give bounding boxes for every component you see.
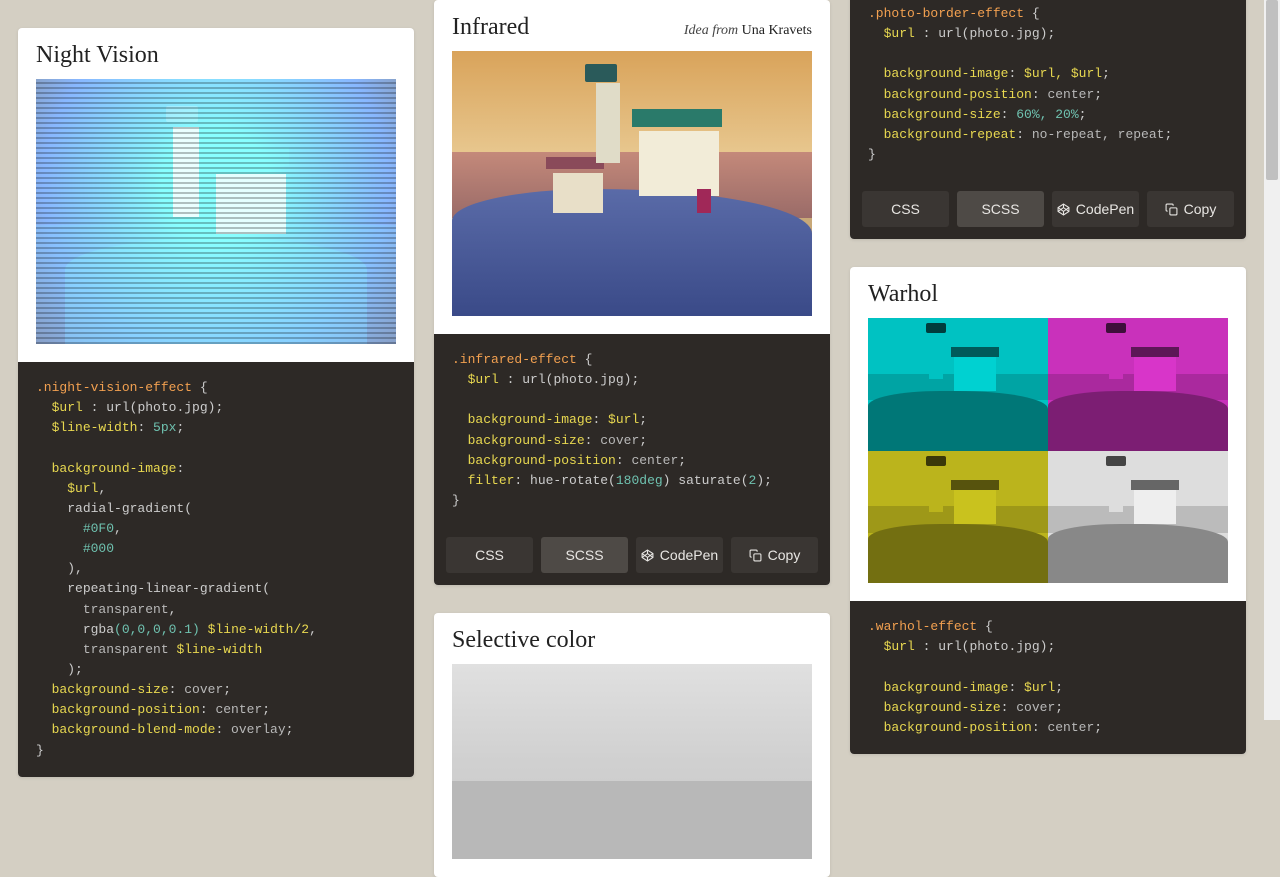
demo-selective-color	[452, 664, 812, 859]
copy-button[interactable]: Copy	[1147, 191, 1234, 227]
code-photo-border: .photo-border-effect { $url : url(photo.…	[850, 0, 1246, 181]
copy-button[interactable]: Copy	[731, 537, 818, 573]
idea-credit: Idea from Una Kravets	[684, 23, 812, 39]
codepen-icon	[1057, 203, 1070, 216]
card-title: Warhol	[868, 281, 938, 308]
demo-warhol	[868, 318, 1228, 583]
scrollbar[interactable]	[1264, 0, 1280, 720]
actions-photo-border: CSS SCSS CodePen Copy	[850, 181, 1246, 239]
actions-infrared: CSS SCSS CodePen Copy	[434, 527, 830, 585]
demo-infrared	[452, 51, 812, 316]
copy-label: Copy	[768, 547, 801, 563]
codepen-label: CodePen	[1076, 201, 1134, 217]
card-title: Night Vision	[36, 42, 159, 69]
card-title: Infrared	[452, 14, 529, 41]
codepen-icon	[641, 549, 654, 562]
codepen-label: CodePen	[660, 547, 718, 563]
copy-icon	[1165, 203, 1178, 216]
copy-icon	[749, 549, 762, 562]
card-selective-color: Selective color	[434, 613, 830, 877]
card-night-vision: Night Vision .night-vision-effect { $url…	[18, 28, 414, 777]
code-night-vision: .night-vision-effect { $url : url(photo.…	[18, 362, 414, 777]
card-warhol: Warhol .warhol-effect { $url : url(photo…	[850, 267, 1246, 754]
card-title: Selective color	[452, 627, 595, 654]
codepen-button[interactable]: CodePen	[1052, 191, 1139, 227]
code-warhol: .warhol-effect { $url : url(photo.jpg); …	[850, 601, 1246, 754]
scss-button[interactable]: SCSS	[957, 191, 1044, 227]
copy-label: Copy	[1184, 201, 1217, 217]
css-button[interactable]: CSS	[862, 191, 949, 227]
card-infrared: Infrared Idea from Una Kravets .infrared…	[434, 0, 830, 585]
codepen-button[interactable]: CodePen	[636, 537, 723, 573]
demo-night-vision	[36, 79, 396, 344]
card-photo-border: .photo-border-effect { $url : url(photo.…	[850, 0, 1246, 239]
scss-button[interactable]: SCSS	[541, 537, 628, 573]
css-button[interactable]: CSS	[446, 537, 533, 573]
code-infrared: .infrared-effect { $url : url(photo.jpg)…	[434, 334, 830, 527]
scrollbar-thumb[interactable]	[1266, 0, 1278, 180]
